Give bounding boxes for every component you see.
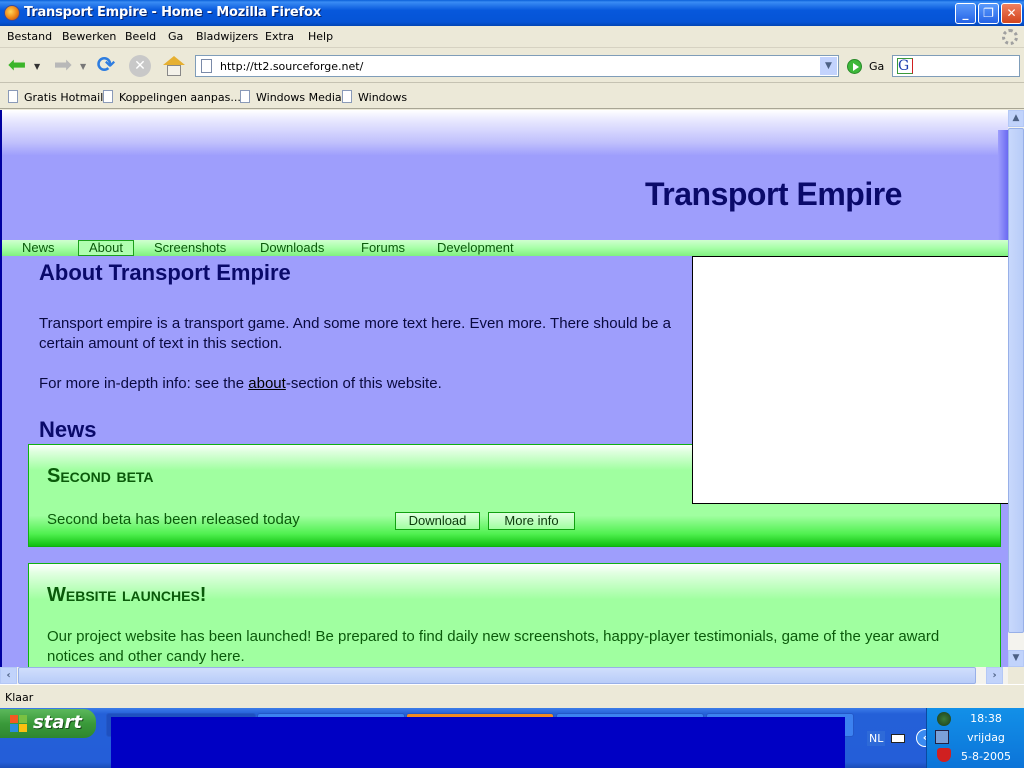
back-arrow-icon: ⬅ <box>7 53 27 78</box>
bookmark-item[interactable]: Windows Media <box>240 90 342 104</box>
home-icon <box>163 56 185 76</box>
bookmark-item[interactable]: Windows <box>342 90 407 104</box>
go-button[interactable]: Ga <box>869 60 884 73</box>
google-search-engine-icon[interactable]: G <box>897 58 913 74</box>
url-dropdown-button[interactable]: ▼ <box>820 57 837 75</box>
search-input[interactable]: G <box>892 55 1020 77</box>
page-content: Transport Empire News About Screenshots … <box>0 110 1008 667</box>
page-icon <box>201 59 212 73</box>
news-item: Website launches! Our project website ha… <box>28 563 1001 667</box>
status-bar: Klaar <box>0 684 1024 708</box>
close-button[interactable]: ✕ <box>1001 3 1022 24</box>
firefox-icon <box>4 5 20 21</box>
menu-bar: Bestand Bewerken Beeld Ga Bladwijzers Ex… <box>0 26 1024 48</box>
reload-button[interactable]: ⟳ <box>93 53 119 79</box>
forward-dropdown-icon[interactable]: ▼ <box>80 62 86 71</box>
system-tray: 18:38 vrijdag 5-8-2005 <box>926 708 1024 768</box>
home-button[interactable] <box>161 53 187 79</box>
news-item-heading: Website launches! <box>47 584 207 606</box>
redacted-region <box>111 717 845 768</box>
menu-bewerken[interactable]: Bewerken <box>62 30 116 43</box>
stop-button[interactable]: ✕ <box>127 53 153 79</box>
news-item-heading: Second beta <box>47 465 154 487</box>
keyboard-icon[interactable] <box>891 734 905 743</box>
clock-day: vrijdag <box>967 731 1005 744</box>
vertical-scrollbar[interactable]: ▲ ▼ <box>1008 110 1024 667</box>
start-button[interactable]: start <box>0 709 96 738</box>
start-label: start <box>33 712 82 733</box>
vertical-scroll-thumb[interactable] <box>1008 128 1024 633</box>
forward-arrow-icon: ➡ <box>53 53 73 78</box>
scrollbar-corner <box>1008 667 1024 684</box>
bookmark-item[interactable]: Koppelingen aanpas... <box>103 90 241 104</box>
bookmark-page-icon <box>240 90 250 103</box>
throbber-icon <box>1002 29 1018 45</box>
scroll-right-button[interactable]: › <box>986 667 1003 684</box>
restore-button[interactable]: ❐ <box>978 3 999 24</box>
url-input[interactable]: http://tt2.sourceforge.net/ ▼ <box>195 55 839 77</box>
about-text: Transport empire is a transport game. An… <box>39 315 671 352</box>
sidebar-panel <box>692 256 1008 504</box>
nav-screenshots[interactable]: Screenshots <box>144 240 236 256</box>
nav-news[interactable]: News <box>12 240 65 256</box>
news-item-body: Our project website has been launched! B… <box>47 628 940 665</box>
scroll-down-button[interactable]: ▼ <box>1008 650 1024 667</box>
window-title: Transport Empire - Home - Mozilla Firefo… <box>24 5 321 20</box>
horizontal-scroll-thumb[interactable] <box>18 667 976 684</box>
about-more-info: For more in-depth info: see the about-se… <box>39 375 442 392</box>
language-indicator[interactable]: NL <box>867 731 886 746</box>
bookmark-page-icon <box>342 90 352 103</box>
window-titlebar: Transport Empire - Home - Mozilla Firefo… <box>0 0 1024 26</box>
menu-extra[interactable]: Extra <box>265 30 294 43</box>
about-link[interactable]: about <box>248 375 286 392</box>
nav-forums[interactable]: Forums <box>351 240 415 256</box>
nav-development[interactable]: Development <box>427 240 524 256</box>
bookmark-page-icon <box>103 90 113 103</box>
menu-bestand[interactable]: Bestand <box>7 30 52 43</box>
nav-about[interactable]: About <box>78 240 134 256</box>
bookmark-page-icon <box>8 90 18 103</box>
reload-icon: ⟳ <box>96 53 116 78</box>
bookmark-item[interactable]: Gratis Hotmail <box>8 90 103 104</box>
menu-beeld[interactable]: Beeld <box>125 30 156 43</box>
back-button[interactable]: ⬅ <box>4 53 30 79</box>
url-text[interactable]: http://tt2.sourceforge.net/ <box>220 60 363 73</box>
more-info-button[interactable]: More info <box>488 512 575 530</box>
site-nav: News About Screenshots Downloads Forums … <box>2 240 1008 256</box>
download-button[interactable]: Download <box>395 512 480 530</box>
go-icon[interactable] <box>847 59 862 74</box>
site-title: Transport Empire <box>645 176 902 212</box>
about-heading: About Transport Empire <box>39 260 291 285</box>
menu-ga[interactable]: Ga <box>168 30 183 43</box>
nav-downloads[interactable]: Downloads <box>250 240 334 256</box>
back-dropdown-icon[interactable]: ▼ <box>34 62 40 71</box>
stop-icon: ✕ <box>129 55 151 77</box>
scroll-left-button[interactable]: ‹ <box>0 667 17 684</box>
clock-time: 18:38 <box>970 712 1002 725</box>
bookmarks-toolbar: Gratis Hotmail Koppelingen aanpas... Win… <box>0 85 1024 109</box>
news-heading: News <box>39 417 97 442</box>
clock-date: 5-8-2005 <box>961 750 1011 763</box>
forward-button[interactable]: ➡ <box>50 53 76 79</box>
menu-bladwijzers[interactable]: Bladwijzers <box>196 30 258 43</box>
scroll-up-button[interactable]: ▲ <box>1008 110 1024 127</box>
site-header: Transport Empire <box>2 110 1008 240</box>
menu-help[interactable]: Help <box>308 30 333 43</box>
horizontal-scrollbar[interactable]: ‹ › <box>0 667 1008 684</box>
windows-logo-icon <box>10 715 28 732</box>
minimize-button[interactable]: _ <box>955 3 976 24</box>
news-item-body: Second beta has been released today <box>47 511 300 528</box>
status-text: Klaar <box>5 691 34 704</box>
